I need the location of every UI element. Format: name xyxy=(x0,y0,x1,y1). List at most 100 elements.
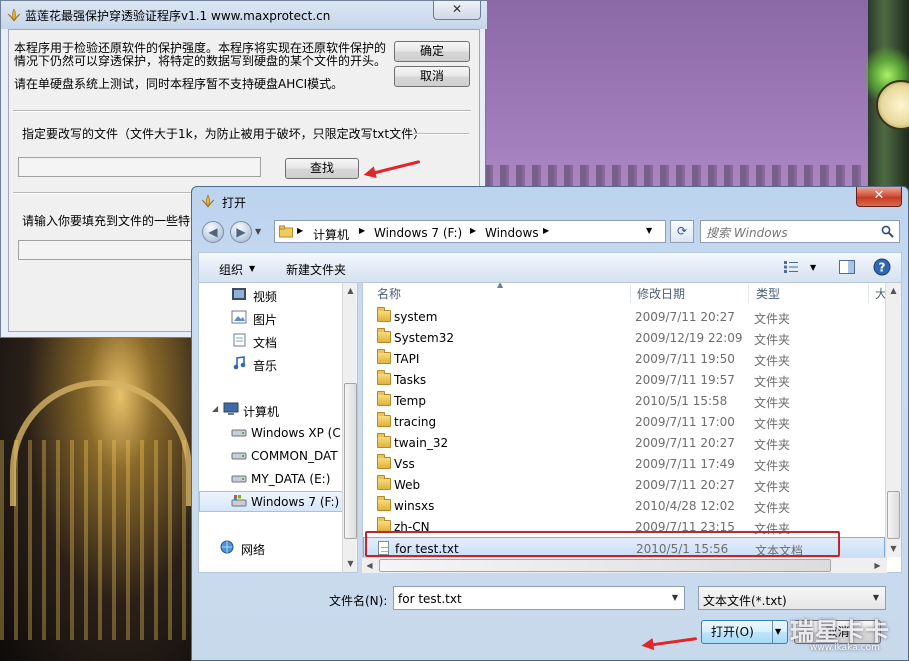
file-row[interactable]: Tasks 2009/7/11 19:57 文件夹 xyxy=(363,369,885,390)
folder-icon xyxy=(377,433,391,448)
fill-data-group-label: 请输入你要填充到文件的一些特 xyxy=(22,214,191,228)
file-row[interactable]: twain_32 2009/7/11 20:27 文件夹 xyxy=(363,432,885,453)
file-date: 2009/7/11 20:27 xyxy=(635,436,735,450)
file-row[interactable]: Web 2009/7/11 20:27 文件夹 xyxy=(363,474,885,495)
preview-pane-icon[interactable] xyxy=(839,260,855,274)
main-titlebar[interactable]: 蓝莲花最强保护穿透验证程序v1.1 www.maxprotect.cn ✕ xyxy=(1,1,487,29)
column-header-type[interactable]: 类型 xyxy=(756,283,780,305)
breadcrumb-drive[interactable]: Windows 7 (F:) xyxy=(374,226,462,240)
help-icon[interactable]: ? xyxy=(873,258,891,276)
expand-arrow-icon[interactable]: ◢ xyxy=(212,404,218,413)
file-row[interactable]: system 2009/7/11 20:27 文件夹 xyxy=(363,306,885,327)
scroll-up-icon[interactable]: ▲ xyxy=(343,283,357,298)
search-box[interactable] xyxy=(700,220,900,243)
scroll-up-icon[interactable]: ▲ xyxy=(886,283,901,298)
organize-dropdown-icon[interactable]: ▼ xyxy=(249,264,255,273)
nav-item-pictures[interactable]: 图片 xyxy=(199,307,344,328)
nav-item-computer[interactable]: ◢ 计算机 xyxy=(199,399,344,420)
file-list-scrollbar[interactable]: ▲ ▼ xyxy=(885,283,901,557)
scroll-thumb[interactable] xyxy=(379,559,831,572)
organize-menu[interactable]: 组织 xyxy=(219,261,243,278)
back-button[interactable]: ◀ xyxy=(202,221,224,243)
breadcrumb-chevron-icon[interactable]: ▶ xyxy=(359,226,365,235)
file-type: 文件夹 xyxy=(754,438,791,452)
filter-dropdown-icon[interactable]: ▼ xyxy=(867,587,885,609)
file-type: 文件夹 xyxy=(754,417,791,431)
nav-item-music[interactable]: 音乐 xyxy=(199,353,344,374)
nav-item-label: COMMON_DAT xyxy=(251,449,338,463)
cancel-button[interactable]: 取消 xyxy=(394,66,470,87)
nav-item-label: 图片 xyxy=(253,313,278,327)
ok-button[interactable]: 确定 xyxy=(394,41,470,62)
file-row[interactable]: winsxs 2010/4/28 12:02 文件夹 xyxy=(363,495,885,516)
address-history-dropdown-icon[interactable]: ▼ xyxy=(646,226,652,235)
nav-item-label: 视频 xyxy=(253,290,278,304)
nav-item-network[interactable]: 网络 xyxy=(199,537,344,558)
column-header-date[interactable]: 修改日期 xyxy=(637,283,685,305)
column-separator[interactable] xyxy=(630,285,631,303)
file-type: 文件夹 xyxy=(754,501,791,515)
scroll-thumb[interactable] xyxy=(344,383,357,539)
file-date: 2010/4/28 12:02 xyxy=(635,499,735,513)
back-arrow-icon: ◀ xyxy=(208,225,218,239)
open-options-dropdown-icon[interactable]: ▼ xyxy=(775,621,781,643)
file-name: tracing xyxy=(394,415,437,429)
file-row[interactable]: System32 2009/12/19 22:09 文件夹 xyxy=(363,327,885,348)
breadcrumb-chevron-icon[interactable]: ▶ xyxy=(297,226,303,235)
open-button[interactable]: 打开(O) ▼ xyxy=(701,620,788,644)
column-separator[interactable] xyxy=(748,285,749,303)
file-type: 文件夹 xyxy=(754,312,791,326)
nav-item-drive-f[interactable]: Windows 7 (F:) xyxy=(199,491,344,512)
file-name: TAPI xyxy=(394,352,420,366)
folder-icon xyxy=(377,454,391,469)
refresh-button[interactable]: ⟳ xyxy=(670,220,694,243)
filename-combobox[interactable]: for test.txt ▼ xyxy=(393,586,685,610)
column-separator[interactable] xyxy=(868,285,869,303)
filename-input[interactable]: for test.txt xyxy=(398,592,462,606)
close-icon: ✕ xyxy=(451,2,463,16)
file-row[interactable]: Temp 2010/5/1 15:58 文件夹 xyxy=(363,390,885,411)
fill-data-input[interactable] xyxy=(18,240,218,260)
address-bar[interactable]: ▶ 计算机 ▶ Windows 7 (F:) ▶ Windows ▶ ▼ xyxy=(274,220,666,243)
breadcrumb-computer[interactable]: 计算机 xyxy=(313,226,349,243)
view-dropdown-icon[interactable]: ▼ xyxy=(810,263,816,272)
file-row[interactable]: Vss 2009/7/11 17:49 文件夹 xyxy=(363,453,885,474)
file-name: twain_32 xyxy=(394,436,449,450)
target-file-path-input[interactable] xyxy=(18,157,261,177)
nav-item-drive-c[interactable]: Windows XP (C xyxy=(199,422,344,443)
file-type-filter[interactable]: 文本文件(*.txt) ▼ xyxy=(698,586,886,610)
dialog-close-button[interactable]: ✕ xyxy=(856,187,902,207)
nav-item-videos[interactable]: 视频 xyxy=(199,284,344,305)
scroll-right-icon[interactable]: ▶ xyxy=(870,558,885,573)
nav-pane-scrollbar[interactable]: ▲ ▼ xyxy=(342,283,357,572)
filename-dropdown-icon[interactable]: ▼ xyxy=(666,587,684,609)
computer-icon xyxy=(223,402,239,415)
split-divider xyxy=(772,621,773,643)
file-row[interactable]: tracing 2009/7/11 17:00 文件夹 xyxy=(363,411,885,432)
recent-pages-dropdown-icon[interactable]: ▼ xyxy=(255,227,261,236)
forward-button[interactable]: ▶ xyxy=(230,221,252,243)
main-close-button[interactable]: ✕ xyxy=(433,1,481,20)
file-type: 文件夹 xyxy=(754,459,791,473)
view-options-icon[interactable] xyxy=(784,261,798,273)
file-row[interactable]: TAPI 2009/7/11 19:50 文件夹 xyxy=(363,348,885,369)
scroll-thumb[interactable] xyxy=(887,491,900,539)
new-folder-button[interactable]: 新建文件夹 xyxy=(286,261,346,278)
search-icon xyxy=(881,225,894,238)
breadcrumb-windows[interactable]: Windows xyxy=(485,226,539,240)
dialog-titlebar[interactable]: 打开 ✕ xyxy=(192,187,908,215)
scroll-left-icon[interactable]: ◀ xyxy=(362,558,377,573)
scroll-down-icon[interactable]: ▼ xyxy=(343,556,357,571)
search-input[interactable] xyxy=(704,222,878,243)
nav-item-documents[interactable]: 文档 xyxy=(199,330,344,351)
find-button[interactable]: 查找 xyxy=(285,158,359,179)
file-list-horizontal-scrollbar[interactable]: ◀ ▶ xyxy=(362,557,887,573)
breadcrumb-chevron-icon[interactable]: ▶ xyxy=(470,226,476,235)
scroll-down-icon[interactable]: ▼ xyxy=(886,541,901,556)
nav-item-drive-e[interactable]: MY_DATA (E:) xyxy=(199,468,344,489)
nav-item-drive-d[interactable]: COMMON_DAT xyxy=(199,445,344,466)
column-header-name[interactable]: 名称 xyxy=(377,283,401,305)
breadcrumb-chevron-icon[interactable]: ▶ xyxy=(543,226,549,235)
nav-item-label: 网络 xyxy=(241,543,266,557)
close-icon: ✕ xyxy=(873,188,885,203)
